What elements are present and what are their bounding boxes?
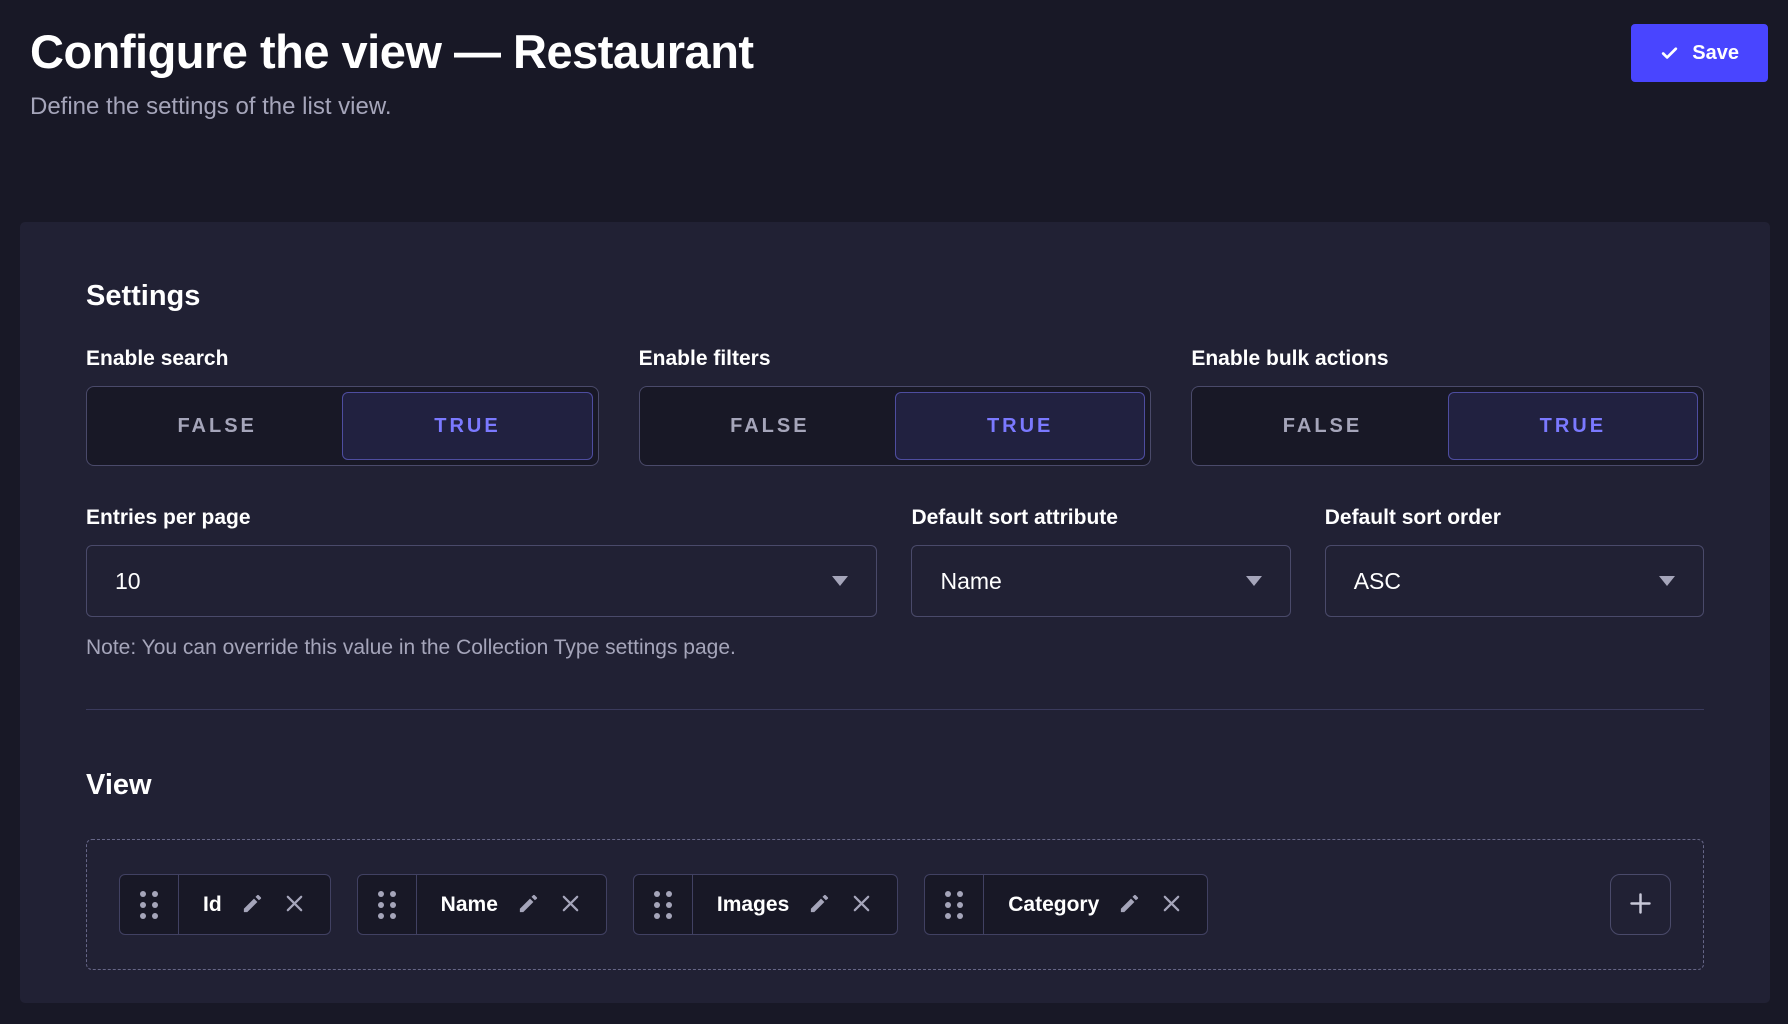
enable-filters-label: Enable filters (639, 347, 1152, 371)
settings-heading: Settings (86, 280, 1704, 313)
default-sort-attribute-label: Default sort attribute (911, 506, 1290, 530)
section-divider (86, 709, 1704, 710)
caret-down-icon (1246, 576, 1262, 586)
cross-icon (1160, 892, 1183, 918)
enable-filters-toggle: FALSE TRUE (639, 386, 1152, 466)
edit-field-button[interactable] (808, 892, 831, 918)
remove-field-button[interactable] (1160, 892, 1183, 918)
drag-handle[interactable] (358, 875, 417, 934)
entries-per-page-value: 10 (115, 568, 141, 595)
pencil-icon (808, 892, 831, 918)
drag-handle[interactable] (120, 875, 179, 934)
enable-bulk-actions-true-option[interactable]: TRUE (1448, 392, 1698, 460)
cross-icon (559, 892, 582, 918)
entries-per-page-field: Entries per page 10 Note: You can overri… (86, 506, 877, 660)
settings-card: Settings Enable search FALSE TRUE Enable… (20, 222, 1770, 1003)
default-sort-order-label: Default sort order (1325, 506, 1704, 530)
field-chip-label: Id (203, 893, 222, 917)
chip-body: Name (417, 875, 606, 934)
enable-search-label: Enable search (86, 347, 599, 371)
enable-bulk-actions-false-option[interactable]: FALSE (1197, 392, 1447, 460)
enable-bulk-actions-label: Enable bulk actions (1191, 347, 1704, 371)
pencil-icon (517, 892, 540, 918)
configure-view-page: Configure the view — Restaurant Define t… (0, 0, 1788, 1024)
remove-field-button[interactable] (283, 892, 306, 918)
caret-down-icon (832, 576, 848, 586)
field-chip-label: Name (441, 893, 498, 917)
default-sort-order-field: Default sort order ASC (1325, 506, 1704, 660)
enable-filters-true-option[interactable]: TRUE (895, 392, 1145, 460)
save-button-label: Save (1692, 42, 1739, 65)
view-heading: View (86, 769, 1704, 802)
chip-body: Category (984, 875, 1207, 934)
caret-down-icon (1659, 576, 1675, 586)
field-chip-category: Category (924, 874, 1208, 935)
page-title: Configure the view — Restaurant (30, 24, 1768, 79)
drag-handle-icon (654, 891, 672, 919)
default-sort-order-value: ASC (1354, 568, 1401, 595)
check-icon (1660, 44, 1679, 63)
drag-handle[interactable] (634, 875, 693, 934)
chip-body: Images (693, 875, 897, 934)
remove-field-button[interactable] (850, 892, 873, 918)
plus-icon (1627, 890, 1654, 920)
toggle-row: Enable search FALSE TRUE Enable filters … (86, 347, 1704, 466)
default-sort-order-select[interactable]: ASC (1325, 545, 1704, 617)
entries-per-page-label: Entries per page (86, 506, 877, 530)
field-chip-name: Name (357, 874, 607, 935)
select-row: Entries per page 10 Note: You can overri… (86, 506, 1704, 660)
enable-bulk-actions-toggle: FALSE TRUE (1191, 386, 1704, 466)
field-chip-label: Category (1008, 893, 1099, 917)
enable-bulk-actions-field: Enable bulk actions FALSE TRUE (1191, 347, 1704, 466)
default-sort-attribute-select[interactable]: Name (911, 545, 1290, 617)
pencil-icon (1118, 892, 1141, 918)
edit-field-button[interactable] (241, 892, 264, 918)
save-button[interactable]: Save (1631, 24, 1768, 82)
enable-filters-field: Enable filters FALSE TRUE (639, 347, 1152, 466)
enable-filters-false-option[interactable]: FALSE (645, 392, 895, 460)
entries-per-page-note: Note: You can override this value in the… (86, 636, 877, 660)
chip-body: Id (179, 875, 330, 934)
enable-search-field: Enable search FALSE TRUE (86, 347, 599, 466)
field-chip-id: Id (119, 874, 331, 935)
field-chip-images: Images (633, 874, 898, 935)
add-field-button[interactable] (1610, 874, 1671, 935)
drag-handle-icon (140, 891, 158, 919)
cross-icon (850, 892, 873, 918)
edit-field-button[interactable] (1118, 892, 1141, 918)
drag-handle-icon (378, 891, 396, 919)
page-header: Configure the view — Restaurant Define t… (30, 24, 1768, 121)
default-sort-attribute-field: Default sort attribute Name (911, 506, 1290, 660)
drag-handle-icon (945, 891, 963, 919)
default-sort-attribute-value: Name (940, 568, 1001, 595)
drag-handle[interactable] (925, 875, 984, 934)
enable-search-true-option[interactable]: TRUE (342, 392, 592, 460)
remove-field-button[interactable] (559, 892, 582, 918)
enable-search-toggle: FALSE TRUE (86, 386, 599, 466)
field-chip-label: Images (717, 893, 789, 917)
edit-field-button[interactable] (517, 892, 540, 918)
view-fields-container: Id (86, 839, 1704, 970)
cross-icon (283, 892, 306, 918)
enable-search-false-option[interactable]: FALSE (92, 392, 342, 460)
page-subtitle: Define the settings of the list view. (30, 93, 1768, 121)
entries-per-page-select[interactable]: 10 (86, 545, 877, 617)
pencil-icon (241, 892, 264, 918)
